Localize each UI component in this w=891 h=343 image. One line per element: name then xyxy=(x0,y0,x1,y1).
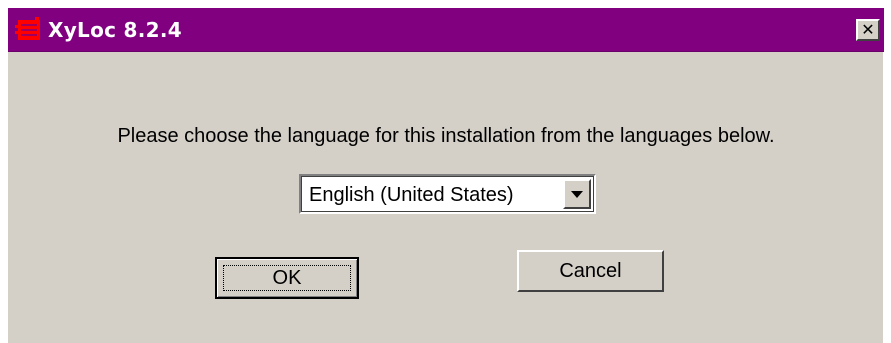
title-bar[interactable]: XyLoc 8.2.4 ✕ xyxy=(8,8,884,52)
language-select[interactable]: English (United States) xyxy=(299,174,596,214)
chevron-down-icon xyxy=(571,190,583,198)
window-title: XyLoc 8.2.4 xyxy=(48,18,183,42)
focus-rectangle xyxy=(223,265,351,291)
app-icon xyxy=(15,17,40,40)
language-select-value: English (United States) xyxy=(309,184,514,206)
cancel-button-label: Cancel xyxy=(559,259,622,282)
close-button[interactable]: ✕ xyxy=(856,19,880,41)
instruction-text: Please choose the language for this inst… xyxy=(117,125,775,147)
cancel-button[interactable]: Cancel xyxy=(517,250,664,292)
close-icon: ✕ xyxy=(861,20,875,39)
dropdown-button[interactable] xyxy=(563,179,591,209)
ok-button[interactable]: OK xyxy=(215,257,359,299)
installer-dialog: XyLoc 8.2.4 ✕ Please choose the language… xyxy=(7,7,884,343)
